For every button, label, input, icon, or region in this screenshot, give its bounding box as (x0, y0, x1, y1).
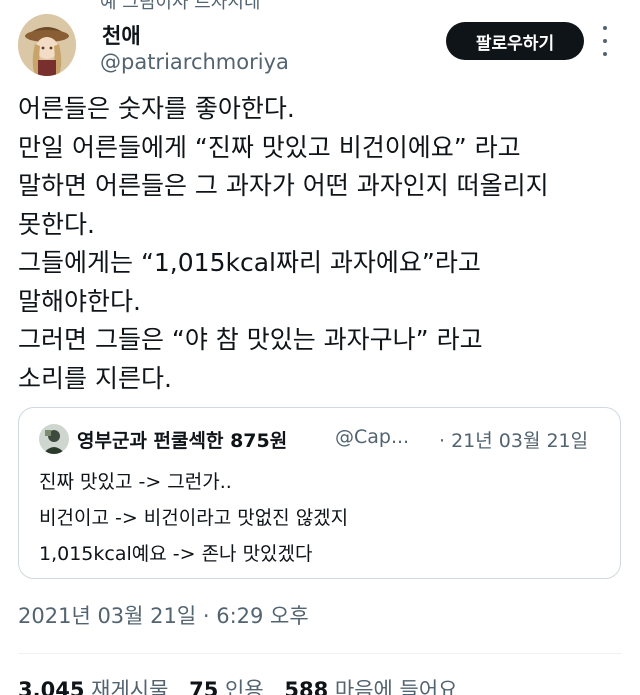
like-label[interactable]: 마음에 들어요 (335, 678, 458, 695)
quoted-line: 1,015kcal예요 -> 존나 맛있겠다 (39, 543, 313, 565)
author-name[interactable]: 천애 (102, 20, 141, 50)
tweet-line: 어른들은 숫자를 좋아한다. (18, 94, 295, 123)
avatar[interactable] (18, 14, 76, 76)
tweet-text: 어른들은 숫자를 좋아한다. 만일 어른들에게 “진짜 맛있고 비건이에요” 라… (18, 90, 618, 398)
like-count[interactable]: 588 (284, 678, 328, 695)
quoted-date[interactable]: · 21년 03월 21일 (439, 426, 588, 453)
more-vertical-icon[interactable] (600, 26, 610, 56)
quoted-tweet[interactable]: 영부군과 펀쿨섹한 875원 @Cap... · 21년 03월 21일 진짜 … (18, 407, 621, 579)
tweet-line: 못한다. (18, 209, 95, 239)
tweet-line: 말해야한다. (18, 286, 141, 316)
tweet-line: 만일 어른들에게 “진짜 맛있고 비건이에요” 라고 (18, 132, 521, 162)
tweet-line: 소리를 지른다. (18, 363, 172, 393)
quoted-author-name[interactable]: 영부군과 펀쿨섹한 875원 (77, 426, 287, 453)
engagement-stats: 3,045 재게시물 75 인용 588 마음에 들어요 (18, 674, 471, 695)
retweet-label[interactable]: 재게시물 (91, 678, 168, 695)
quoted-avatar[interactable] (39, 424, 69, 454)
tweet-timestamp[interactable]: 2021년 03월 21일 · 6:29 오후 (18, 600, 309, 630)
quoted-text: 진짜 맛있고 -> 그런가.. 비건이고 -> 비건이라고 맛없진 않겠지 1,… (39, 464, 348, 572)
author-handle[interactable]: @patriarchmoriya (100, 50, 289, 74)
more-dot (603, 39, 607, 43)
quote-label[interactable]: 인용 (225, 678, 264, 695)
divider (18, 653, 622, 654)
quoted-author-handle[interactable]: @Cap... (335, 426, 409, 448)
more-dot (603, 26, 607, 30)
tweet-line: 그들에게는 “1,015kcal짜리 과자에요”라고 (18, 248, 481, 277)
cropped-top-text: 예 그림이사 트자시네 (100, 0, 261, 13)
quoted-line: 비건이고 -> 비건이라고 맛없진 않겠지 (39, 507, 349, 529)
tweet-line: 말하면 어른들은 그 과자가 어떤 과자인지 떠올리지 (18, 171, 549, 200)
quoted-line: 진짜 맛있고 -> 그런가.. (39, 471, 232, 493)
more-dot (603, 52, 607, 56)
quote-count[interactable]: 75 (189, 678, 218, 695)
tweet-line: 그러면 그들은 “야 참 맛있는 과자구나” 라고 (18, 325, 483, 354)
follow-button[interactable]: 팔로우하기 (446, 22, 584, 60)
tweet-header: 천애 @patriarchmoriya 팔로우하기 (18, 14, 622, 78)
retweet-count[interactable]: 3,045 (18, 678, 84, 695)
